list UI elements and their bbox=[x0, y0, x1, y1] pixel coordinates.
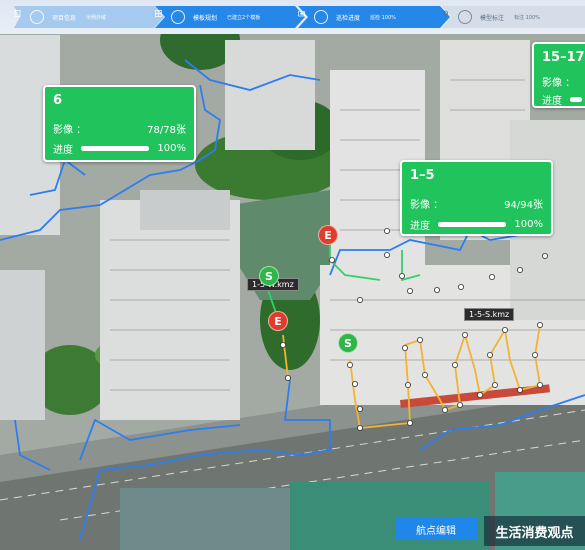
progress-label: 进度 bbox=[53, 145, 73, 156]
step-title: 模型标注 bbox=[480, 14, 505, 22]
grid-icon bbox=[155, 10, 185, 24]
building-name: 6 bbox=[53, 93, 63, 108]
progress-row: 进度 100% bbox=[53, 141, 186, 156]
building-card-1-5[interactable]: 1–5 影像 ： 94/94张 进度 100% bbox=[400, 160, 553, 236]
step-title: 模板规划 bbox=[193, 14, 218, 22]
progress-bar bbox=[81, 146, 150, 151]
building-name: 15–17 bbox=[542, 50, 585, 65]
waypoint-edit-button[interactable]: 航点编辑 bbox=[395, 518, 477, 540]
image-count: 78/78张 bbox=[147, 125, 186, 136]
building-card-6[interactable]: 6 影像 ： 78/78张 进度 100% bbox=[43, 85, 196, 162]
progress-bar bbox=[570, 97, 582, 102]
step-template-planning[interactable]: 模板规划 已建立2个模板 bbox=[155, 6, 305, 28]
route-start-marker[interactable]: S bbox=[259, 266, 279, 286]
image-count-row: 影像 ： 78/78张 bbox=[53, 121, 186, 136]
document-icon bbox=[14, 10, 44, 24]
building-name: 1–5 bbox=[410, 168, 435, 183]
workflow-stepper: 项目信息 示例外域 模板规划 已建立2个模板 巡检进度 巡检 100% 模型标注… bbox=[0, 0, 585, 34]
progress-label: 进度 bbox=[542, 96, 562, 107]
progress-label: 进度 bbox=[410, 221, 430, 232]
route-end-marker[interactable]: E bbox=[268, 311, 288, 331]
image-label: 影像 ： bbox=[53, 125, 87, 136]
image-count: 94/94张 bbox=[504, 200, 543, 211]
progress-value: 100% bbox=[157, 143, 186, 154]
route-end-marker[interactable]: E bbox=[318, 225, 338, 245]
building-card-15-17[interactable]: 15–17 影像 ： 进度 bbox=[532, 42, 585, 108]
step-detail: 已建立2个模板 bbox=[227, 14, 261, 21]
step-inspection-progress[interactable]: 巡检进度 巡检 100% bbox=[298, 6, 450, 28]
progress-value: 100% bbox=[514, 219, 543, 230]
progress-bar bbox=[438, 222, 507, 227]
progress-row: 进度 100% bbox=[410, 217, 543, 232]
image-count-row: 影像 ： 94/94张 bbox=[410, 196, 543, 211]
step-detail: 标注 100% bbox=[514, 14, 540, 21]
image-label: 影像 ： bbox=[410, 200, 444, 211]
image-label: 影像 ： bbox=[542, 78, 576, 89]
step-model-annotation[interactable]: 模型标注 标注 100% bbox=[442, 6, 585, 28]
image-count-row: 影像 ： bbox=[542, 74, 582, 89]
step-project-info[interactable]: 项目信息 示例外域 bbox=[14, 6, 164, 28]
step-title: 项目信息 bbox=[52, 14, 77, 22]
route-start-marker[interactable]: S bbox=[338, 333, 358, 353]
camera-icon bbox=[298, 10, 328, 24]
pin-icon bbox=[443, 10, 472, 24]
step-detail: 巡检 100% bbox=[370, 14, 396, 21]
aerial-map[interactable] bbox=[0, 0, 585, 550]
step-detail: 示例外域 bbox=[86, 14, 107, 21]
step-title: 巡检进度 bbox=[336, 14, 361, 22]
route-label-south[interactable]: 1-5-S.kmz bbox=[464, 308, 515, 321]
watermark: 生活消费观点 bbox=[484, 516, 585, 546]
progress-row: 进度 bbox=[542, 92, 582, 107]
